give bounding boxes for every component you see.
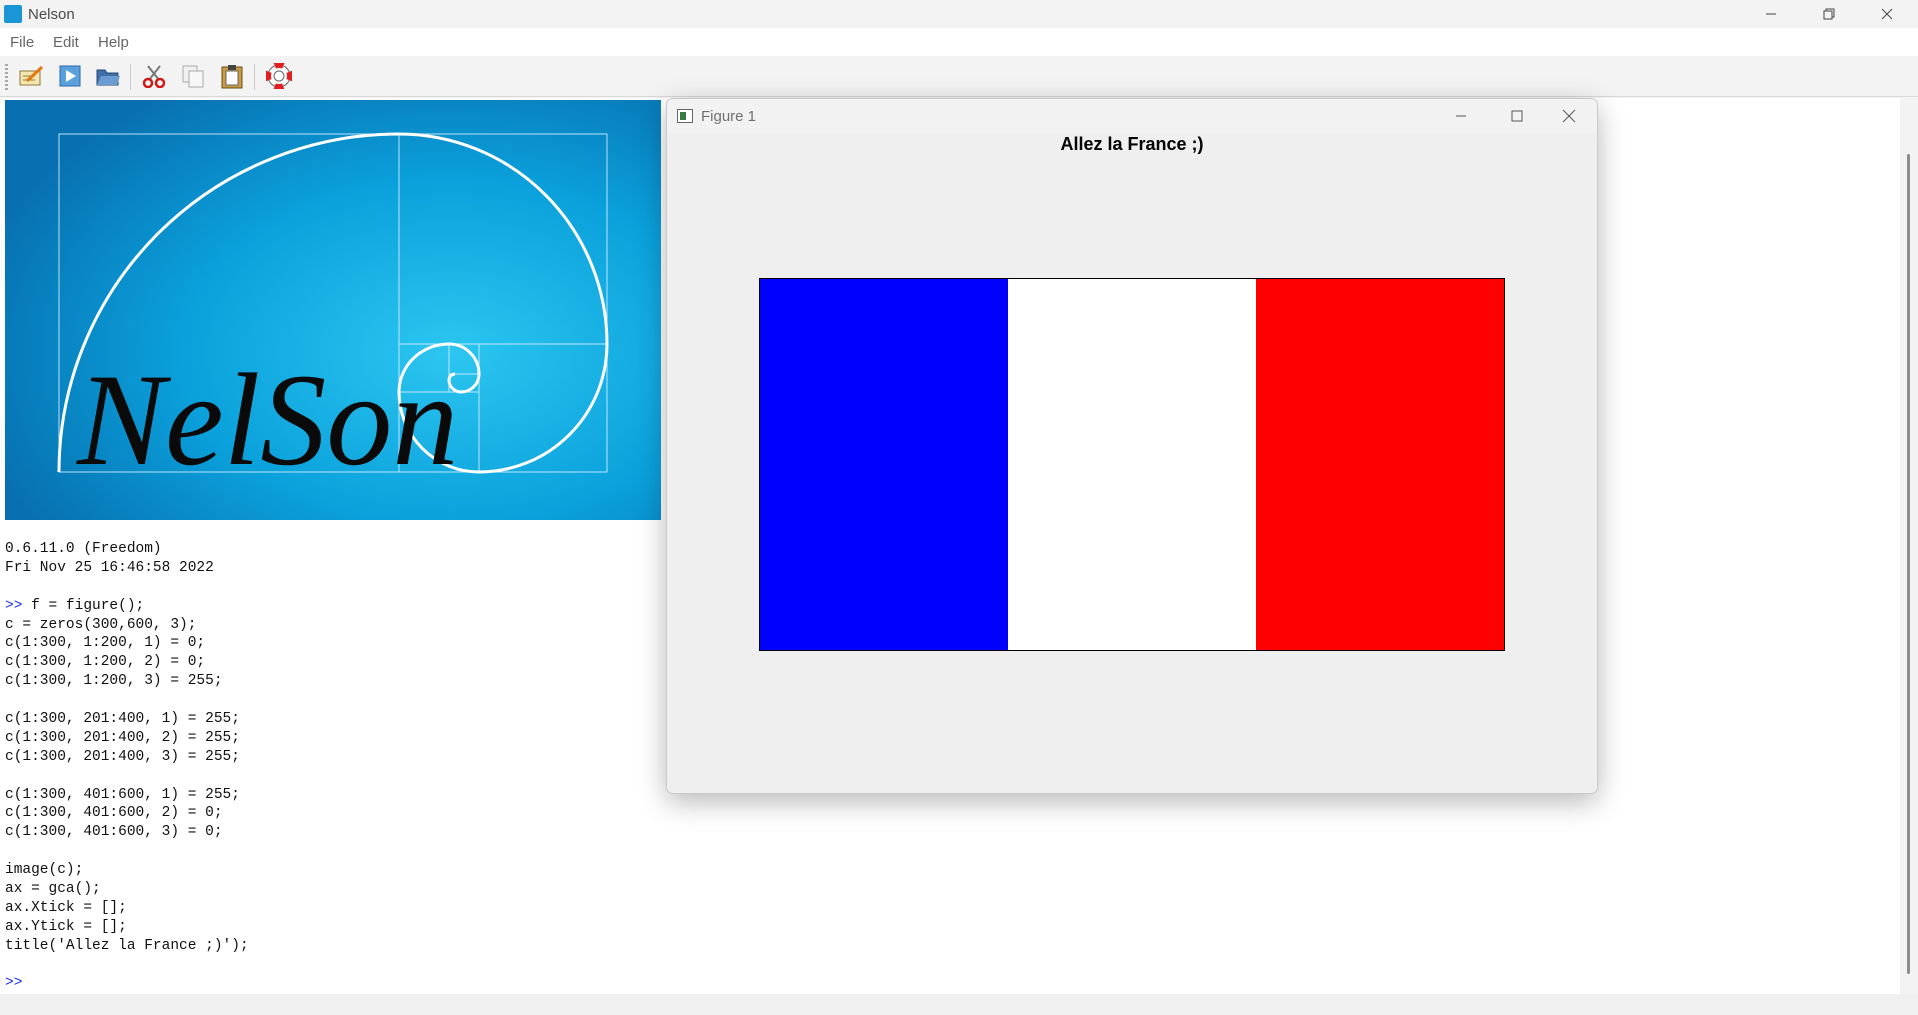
copy-button[interactable] (178, 62, 208, 90)
help-lifebuoy-icon (266, 63, 292, 89)
console-line-text: image(c); (5, 862, 84, 879)
console-line-text: c(1:300, 401:600, 2) = 0; (5, 805, 223, 822)
console-line: ax = gca(); (5, 880, 249, 899)
restore-icon (1823, 8, 1835, 20)
close-icon (1562, 109, 1576, 123)
console-line: c(1:300, 401:600, 3) = 0; (5, 823, 249, 842)
toolbar-grip[interactable] (5, 64, 8, 90)
minimize-icon (1766, 13, 1776, 15)
console-line: ax.Xtick = []; (5, 899, 249, 918)
console-line: c(1:300, 1:200, 2) = 0; (5, 653, 249, 672)
console-line-text: c(1:300, 1:200, 3) = 255; (5, 673, 223, 690)
console-line-text: c(1:300, 201:400, 3) = 255; (5, 748, 240, 765)
toolbar-separator (254, 64, 255, 90)
console-line: ax.Ytick = []; (5, 918, 249, 937)
paste-icon (221, 65, 243, 89)
console-prompt: >> (5, 597, 32, 614)
figure-window[interactable]: Figure 1 Allez la France ;) (666, 98, 1598, 794)
console-line-text: title('Allez la France ;)'); (5, 937, 249, 954)
run-button[interactable] (55, 62, 85, 90)
console-output: 0.6.11.0 (Freedom) Fri Nov 25 16:46:58 20… (5, 540, 249, 993)
vertical-scrollbar[interactable] (1900, 98, 1918, 994)
console-line: image(c); (5, 861, 249, 880)
console-line-text: ax.Ytick = []; (5, 918, 127, 935)
open-folder-icon (96, 69, 120, 86)
menu-edit[interactable]: Edit (53, 34, 79, 51)
open-folder-button[interactable] (93, 62, 123, 90)
menubar: File Edit Help (0, 28, 1918, 56)
minimize-icon (1456, 115, 1466, 117)
console-line-text: c(1:300, 401:600, 1) = 255; (5, 786, 240, 803)
help-button[interactable] (264, 62, 294, 90)
console-line: c(1:300, 201:400, 2) = 255; (5, 729, 249, 748)
menu-help[interactable]: Help (98, 34, 129, 51)
console-line: c(1:300, 401:600, 2) = 0; (5, 804, 249, 823)
editor-button[interactable] (16, 62, 46, 90)
console-prompt: >> (5, 975, 23, 992)
toolbar-separator (130, 64, 131, 90)
figure-close-button[interactable] (1541, 99, 1597, 133)
console-line: title('Allez la France ;)'); (5, 937, 249, 956)
console-line-text: c(1:300, 1:200, 1) = 0; (5, 635, 206, 652)
nelson-logo-graphic: NelSon (5, 100, 661, 520)
console-line: 0.6.11.0 (Freedom) (5, 540, 249, 559)
figure-maximize-button[interactable] (1489, 99, 1545, 133)
run-icon (59, 65, 81, 87)
console-line: c(1:300, 201:400, 3) = 255; (5, 748, 249, 767)
paste-button[interactable] (217, 62, 247, 90)
console-line-text: ax.Xtick = []; (5, 899, 127, 916)
console-line: >> (5, 974, 249, 993)
app-title: Nelson (28, 6, 75, 23)
figure-titlebar[interactable]: Figure 1 (667, 99, 1597, 133)
figure-minimize-button[interactable] (1433, 99, 1489, 133)
cut-icon (142, 65, 166, 88)
menu-file[interactable]: File (10, 34, 34, 51)
console-line: c(1:300, 401:600, 1) = 255; (5, 786, 249, 805)
status-bar (0, 994, 1918, 1015)
logo-text: NelSon (76, 346, 458, 493)
console-line: c = zeros(300,600, 3); (5, 616, 249, 635)
cut-button[interactable] (139, 62, 169, 90)
restore-button[interactable] (1800, 0, 1858, 28)
toolbar (0, 56, 1918, 97)
console-line: >> f = figure(); (5, 597, 249, 616)
close-icon (1881, 8, 1893, 20)
image-stripe-2 (1256, 279, 1504, 650)
console-line-text: c(1:300, 401:600, 3) = 0; (5, 824, 223, 841)
console-line-text: c(1:300, 201:400, 1) = 255; (5, 711, 240, 728)
minimize-button[interactable] (1742, 0, 1800, 28)
nelson-logo: NelSon (5, 100, 661, 520)
console-line: c(1:300, 1:200, 3) = 255; (5, 672, 249, 691)
console-line-text: c(1:300, 201:400, 2) = 255; (5, 729, 240, 746)
console-line-text: f = figure(); (31, 597, 145, 614)
image-stripe-1 (1008, 279, 1256, 650)
console-line-text: 0.6.11.0 (Freedom) (5, 541, 162, 557)
console-line-text: Fri Nov 25 16:46:58 2022 (5, 559, 214, 576)
figure-title: Figure 1 (701, 108, 757, 125)
console-line-text: c = zeros(300,600, 3); (5, 616, 197, 633)
app-titlebar: Nelson (0, 0, 1918, 28)
console-line-text: c(1:300, 1:200, 2) = 0; (5, 654, 206, 671)
scrollbar-thumb[interactable] (1907, 154, 1910, 974)
figure-icon (677, 109, 693, 123)
editor-icon (19, 65, 44, 86)
close-button[interactable] (1858, 0, 1916, 28)
copy-icon (182, 65, 204, 88)
plot-title: Allez la France ;) (1060, 134, 1204, 154)
image-stripe-0 (760, 279, 1008, 650)
nelson-app-icon (4, 5, 22, 23)
console-line: c(1:300, 1:200, 1) = 0; (5, 634, 249, 653)
console-line: Fri Nov 25 16:46:58 2022 (5, 559, 249, 578)
image-axes (759, 278, 1505, 651)
maximize-icon (1511, 110, 1523, 122)
console-line-text: ax = gca(); (5, 881, 101, 898)
console-line: c(1:300, 201:400, 1) = 255; (5, 710, 249, 729)
